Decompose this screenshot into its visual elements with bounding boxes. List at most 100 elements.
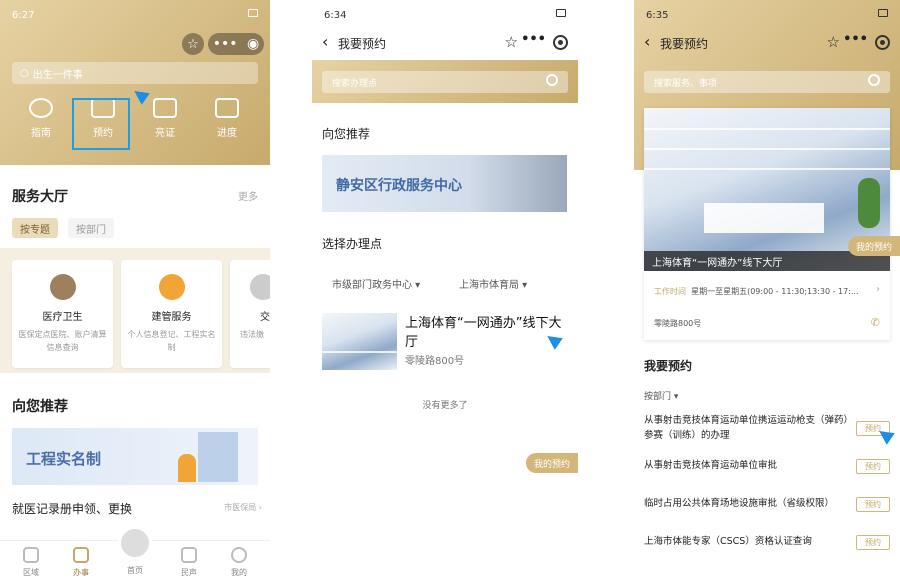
home-avatar-icon[interactable] bbox=[118, 526, 152, 560]
card-title: 医疗卫生 bbox=[42, 312, 83, 323]
banner-jingan[interactable]: 静安区行政服务中心 bbox=[322, 155, 567, 212]
search-input[interactable]: 搜索服务、事项 bbox=[644, 71, 890, 93]
banner-text: 静安区行政服务中心 bbox=[336, 178, 462, 194]
mini-program-capsule[interactable]: ••• ◉ bbox=[208, 33, 264, 55]
no-more-text: 没有更多了 bbox=[422, 401, 468, 411]
card-desc: 个人信息登记、工程实名制 bbox=[127, 330, 216, 352]
star-icon[interactable]: ☆ bbox=[182, 33, 204, 55]
person-icon bbox=[231, 547, 247, 563]
search-band: 搜索服务、事项 bbox=[634, 60, 900, 103]
my-booking-button[interactable]: 我的预约 bbox=[847, 236, 900, 256]
service-item: 上海市体能专家（CSCS）资格认证查询 bbox=[644, 536, 812, 547]
more-link[interactable]: 更多 bbox=[238, 188, 258, 203]
more-icon[interactable]: ••• bbox=[213, 36, 238, 52]
service-card-medical[interactable]: 医疗卫生 医保定点医院、账户清算信息查询 bbox=[12, 260, 113, 368]
phone-icon[interactable]: ✆ bbox=[871, 316, 880, 329]
service-item: 从事射击竞技体育运动单位携运运动枪支（弹药）参赛（训练）的办理 bbox=[644, 415, 849, 441]
construction-icon bbox=[158, 274, 185, 300]
status-time: 6:27 bbox=[12, 10, 35, 21]
quick-certificate-button[interactable]: 亮证 bbox=[136, 98, 194, 139]
search-icon[interactable] bbox=[868, 74, 880, 86]
traffic-icon bbox=[250, 274, 270, 300]
chart-icon bbox=[215, 98, 239, 118]
venue-address: 零陵路800号 bbox=[405, 356, 465, 367]
service-link-row[interactable]: 就医记录册申领、更换 市医保局 › bbox=[12, 500, 262, 517]
medical-icon bbox=[49, 274, 76, 300]
home-screen: 6:27 ☆ ••• ◉ ○ 出生一件事 指南 预约 亮证 进度 服务大厅 更多… bbox=[0, 0, 270, 583]
link-source: 市医保局 › bbox=[224, 503, 262, 512]
screenshot-collage: 6:27 ☆ ••• ◉ ○ 出生一件事 指南 预约 亮证 进度 服务大厅 更多… bbox=[0, 0, 900, 583]
region-icon bbox=[23, 547, 39, 563]
more-icon[interactable]: ••• bbox=[843, 32, 868, 47]
close-icon[interactable] bbox=[553, 35, 568, 50]
tab-mine[interactable]: 我的 bbox=[212, 541, 266, 578]
card-icon bbox=[153, 98, 177, 118]
link-text: 就医记录册申领、更换 bbox=[12, 502, 133, 516]
voice-icon bbox=[181, 547, 197, 563]
banner-text: 工程实名制 bbox=[26, 450, 102, 468]
compass-icon bbox=[29, 98, 53, 118]
book-button[interactable]: 预约 bbox=[856, 497, 890, 512]
star-icon[interactable]: ☆ bbox=[827, 33, 840, 51]
building-illustration bbox=[198, 432, 238, 482]
card-title: 交 bbox=[260, 312, 270, 323]
service-item: 从事射击竞技体育运动单位审批 bbox=[644, 460, 778, 471]
back-icon[interactable]: ‹ bbox=[322, 32, 328, 51]
card-desc: 医保定点医院、账户清算信息查询 bbox=[18, 330, 107, 352]
star-icon[interactable]: ☆ bbox=[505, 33, 518, 51]
filter-center[interactable]: 市级部门政务中心 ▾ bbox=[332, 276, 420, 291]
worker-illustration bbox=[178, 454, 196, 482]
filter-department[interactable]: 按部门 ▾ bbox=[644, 389, 678, 402]
status-bar: 6:35 bbox=[634, 0, 900, 30]
tab-by-department[interactable]: 按部门 bbox=[68, 218, 114, 238]
search-input[interactable]: ○ 出生一件事 bbox=[12, 62, 258, 84]
venue-card[interactable]: 上海体育“一网通办”线下大厅 工作时间 星期一至星期五(09:00 - 11:3… bbox=[644, 108, 890, 340]
status-icons bbox=[556, 9, 566, 17]
status-icons bbox=[878, 9, 888, 17]
book-button[interactable]: 预约 bbox=[856, 535, 890, 550]
quick-label: 亮证 bbox=[155, 128, 175, 139]
service-item: 临时占用公共体育场地设施审批（省级权限） bbox=[644, 498, 835, 509]
quick-guide-button[interactable]: 指南 bbox=[12, 98, 70, 139]
chevron-right-icon[interactable]: › bbox=[876, 284, 880, 295]
search-icon: ○ bbox=[20, 67, 29, 79]
close-icon[interactable] bbox=[875, 35, 890, 50]
recommend-title: 向您推荐 bbox=[12, 399, 68, 415]
venue-address: 零陵路800号 bbox=[654, 319, 702, 328]
tab-by-topic[interactable]: 按专题 bbox=[12, 218, 58, 238]
search-placeholder: 出生一件事 bbox=[32, 69, 83, 81]
desk-illustration bbox=[704, 203, 824, 233]
back-icon[interactable]: ‹ bbox=[644, 32, 650, 51]
venue-title[interactable]: 上海体育“一网通办”线下大厅 bbox=[405, 314, 565, 352]
search-input[interactable]: 搜索办理点 bbox=[322, 71, 568, 93]
highlight-box bbox=[72, 98, 130, 150]
recommend-title: 向您推荐 bbox=[322, 127, 371, 141]
quick-label: 进度 bbox=[217, 128, 237, 139]
tab-voice[interactable]: 民声 bbox=[162, 541, 216, 578]
close-icon[interactable]: ◉ bbox=[247, 36, 259, 52]
search-placeholder: 搜索服务、事项 bbox=[654, 78, 718, 89]
filter-bureau[interactable]: 上海市体育局 ▾ bbox=[459, 276, 527, 291]
booking-items-screen: 6:35 ‹ 我要预约 ☆ ••• 搜索服务、事项 上海体育“一网通办”线下大厅… bbox=[634, 0, 900, 583]
quick-progress-button[interactable]: 进度 bbox=[198, 98, 256, 139]
card-desc: 违法缴 bbox=[240, 330, 264, 339]
my-booking-button[interactable]: 我的预约 bbox=[525, 453, 578, 473]
venue-thumbnail bbox=[322, 313, 397, 370]
service-card-traffic[interactable]: 交 违法缴 bbox=[230, 260, 270, 368]
nav-bar: ‹ 我要预约 ☆ ••• bbox=[634, 30, 900, 58]
page-title: 我要预约 bbox=[660, 37, 709, 51]
card-title: 建管服务 bbox=[151, 312, 192, 323]
status-time: 6:35 bbox=[646, 10, 669, 21]
status-bar: 6:27 bbox=[0, 0, 270, 30]
service-hall-title: 服务大厅 bbox=[12, 189, 68, 205]
nav-bar: ‹ 我要预约 ☆ ••• bbox=[312, 30, 578, 58]
book-button[interactable]: 预约 bbox=[856, 459, 890, 474]
service-card-construction[interactable]: 建管服务 个人信息登记、工程实名制 bbox=[121, 260, 222, 368]
search-icon[interactable] bbox=[546, 74, 558, 86]
banner-construction[interactable]: 工程实名制 bbox=[12, 428, 258, 485]
venue-hours: 工作时间 星期一至星期五(09:00 - 11:30;13:30 - 17:..… bbox=[654, 287, 859, 296]
tab-services[interactable]: 办事 bbox=[54, 541, 108, 578]
tab-region[interactable]: 区域 bbox=[4, 541, 58, 578]
more-icon[interactable]: ••• bbox=[521, 32, 546, 47]
page-title: 我要预约 bbox=[338, 37, 387, 51]
